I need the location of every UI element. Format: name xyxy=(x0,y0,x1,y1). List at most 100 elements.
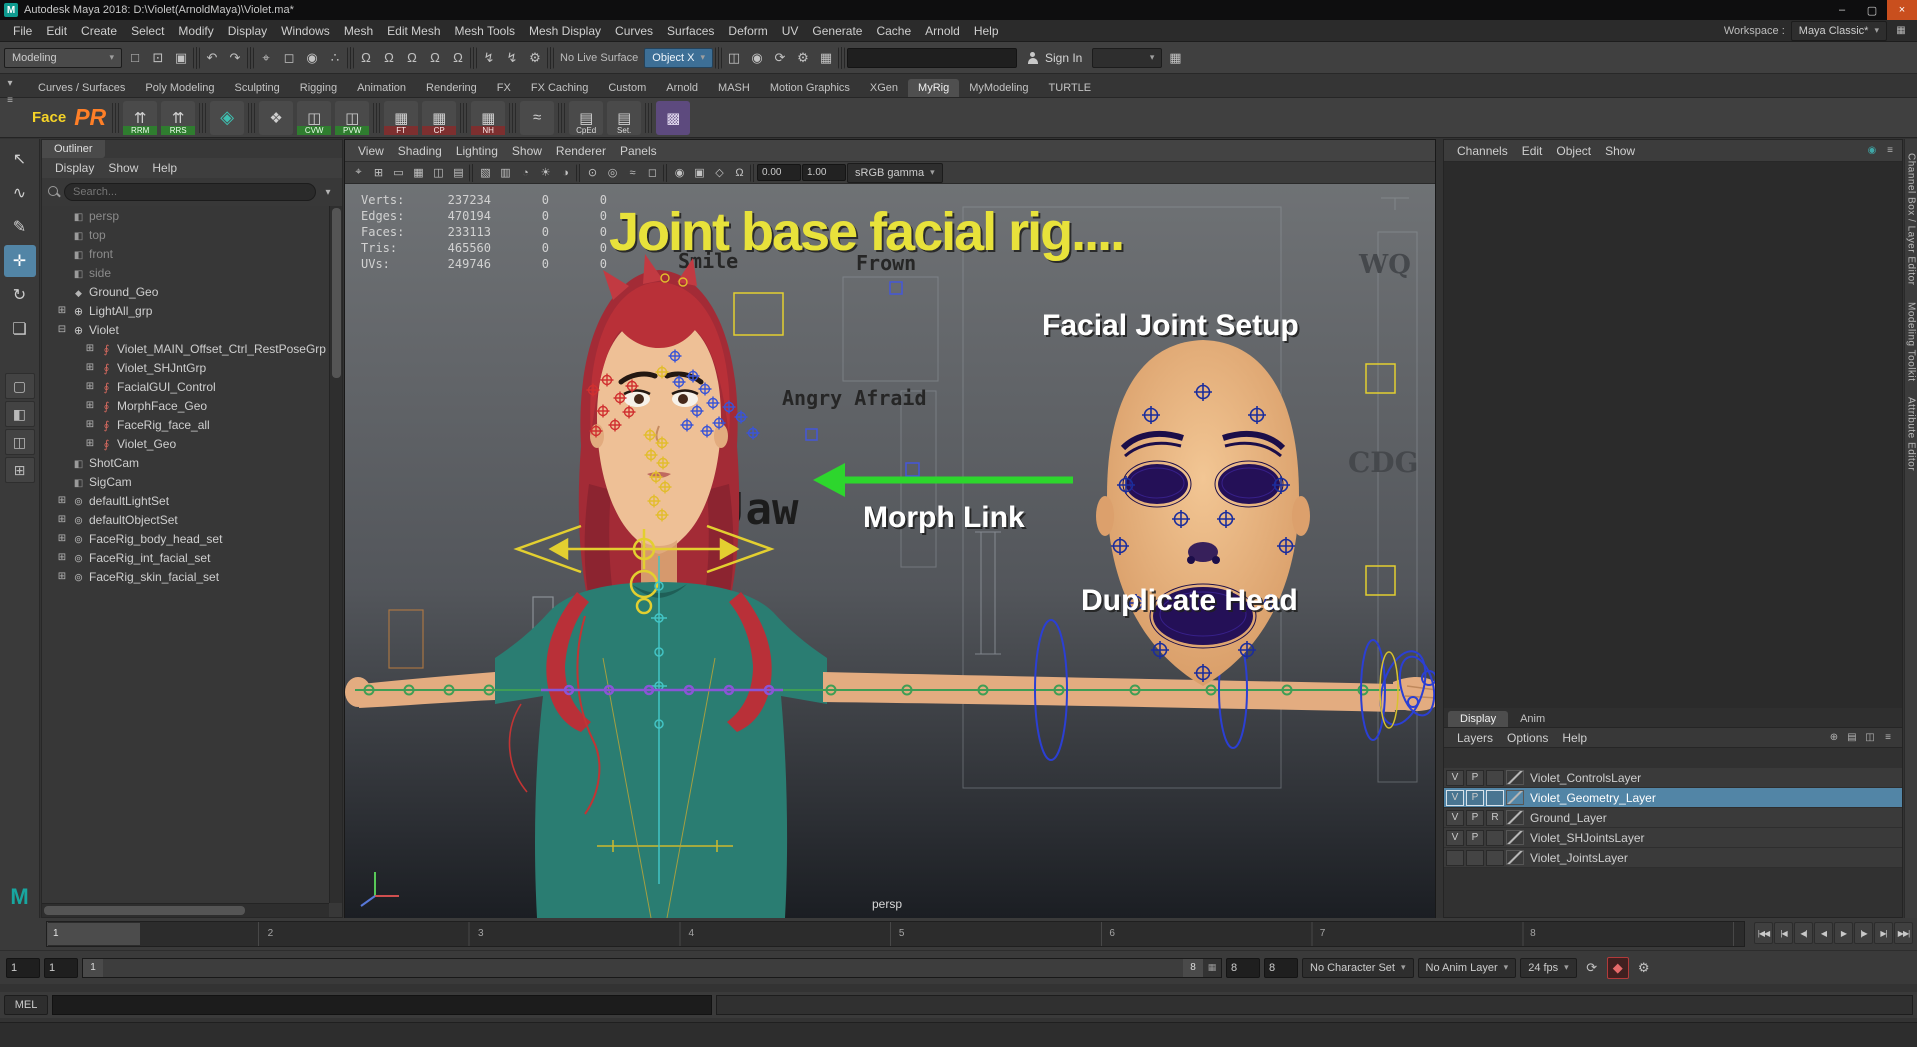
range-start-handle[interactable]: 1 xyxy=(83,959,103,977)
panel-tab[interactable]: Channel Box / Layer Editor xyxy=(1906,153,1917,286)
layer-visibility-toggle[interactable]: V xyxy=(1446,770,1464,786)
expand-toggle[interactable]: ⊞ xyxy=(56,533,68,544)
layer-playback-toggle[interactable]: P xyxy=(1466,810,1484,826)
outliner-item[interactable]: ⊞ FaceRig_face_all xyxy=(42,415,329,434)
snap-to-plane-icon[interactable]: Ω xyxy=(424,47,446,69)
isolate-select-icon[interactable]: ◉ xyxy=(670,163,689,182)
separator[interactable] xyxy=(715,47,722,69)
safe-title-icon[interactable]: ▥ xyxy=(496,163,515,182)
display-layer-row[interactable]: Violet_JointsLayer xyxy=(1444,848,1902,868)
layer-display-type-toggle[interactable] xyxy=(1486,850,1504,866)
shelf-button[interactable] xyxy=(460,103,467,133)
step-back-frame-button[interactable]: ◀| xyxy=(1794,922,1813,944)
rotate-tool[interactable]: ↻ xyxy=(4,279,36,311)
shelf-button[interactable] xyxy=(248,103,255,133)
shelf-button[interactable]: Face xyxy=(30,109,68,126)
shelf-button[interactable]: ◫ PVW xyxy=(335,101,369,135)
shelf-button[interactable]: ▦ NH xyxy=(471,101,505,135)
play-backwards-button[interactable]: ◀ xyxy=(1814,922,1833,944)
layer-color-swatch[interactable] xyxy=(1506,830,1524,845)
layer-editor-tab[interactable]: Anim xyxy=(1508,711,1557,727)
screen-space-ao-icon[interactable]: ⊙ xyxy=(583,163,602,182)
layer-display-type-toggle[interactable] xyxy=(1486,830,1504,846)
shelf-button[interactable] xyxy=(112,103,119,133)
shelf-button[interactable]: PR xyxy=(72,104,108,131)
render-current-frame-icon[interactable]: ◉ xyxy=(746,47,768,69)
outliner-item[interactable]: persp xyxy=(42,206,329,225)
expand-toggle[interactable]: ⊟ xyxy=(56,324,68,335)
menu-item[interactable]: Display xyxy=(221,24,274,38)
expand-toggle[interactable]: ⊞ xyxy=(84,381,96,392)
step-back-key-button[interactable]: |◀ xyxy=(1774,922,1793,944)
go-to-start-button[interactable]: |◀◀ xyxy=(1754,922,1773,944)
workspace-selector[interactable]: Maya Classic* ▾ xyxy=(1791,21,1887,41)
layer-visibility-toggle[interactable]: V xyxy=(1446,790,1464,806)
shelf-button[interactable] xyxy=(509,103,516,133)
layer-visibility-toggle[interactable]: V xyxy=(1446,810,1464,826)
expand-toggle[interactable]: ⊞ xyxy=(84,362,96,373)
shelf-button[interactable]: ▦ CP xyxy=(422,101,456,135)
outliner-item[interactable]: ⊞ Violet_MAIN_Offset_Ctrl_RestPoseGrp xyxy=(42,339,329,358)
layer-editor-menu-item[interactable]: Options xyxy=(1500,731,1555,745)
menu-item[interactable]: Select xyxy=(124,24,171,38)
menu-item[interactable]: File xyxy=(6,24,39,38)
playback-speed-selector[interactable]: 24 fps ▾ xyxy=(1520,958,1577,978)
animation-preferences-icon[interactable]: ⚙ xyxy=(1633,957,1655,979)
shelf-button[interactable] xyxy=(558,103,565,133)
layer-playback-toggle[interactable]: P xyxy=(1466,790,1484,806)
shelf-tab[interactable]: Poly Modeling xyxy=(135,79,224,97)
selection-mode-selector[interactable]: Object X ▾ xyxy=(644,48,713,68)
open-render-view-icon[interactable]: ◫ xyxy=(723,47,745,69)
gate-mask-icon[interactable]: ◫ xyxy=(429,163,448,182)
outliner-item[interactable]: ⊞ FaceRig_int_facial_set xyxy=(42,548,329,567)
separator[interactable] xyxy=(547,47,554,69)
command-input[interactable] xyxy=(52,995,712,1015)
shelf-button[interactable] xyxy=(645,103,652,133)
viewport-menu-item[interactable]: Lighting xyxy=(449,144,505,158)
scale-tool[interactable]: ❏ xyxy=(4,313,36,345)
shelf-tab[interactable]: Sculpting xyxy=(225,79,290,97)
shelf-tab[interactable]: MyRig xyxy=(908,79,959,97)
animation-end-field[interactable] xyxy=(1264,958,1298,978)
shelf-tab[interactable]: TURTLE xyxy=(1039,79,1102,97)
outliner-item[interactable]: ⊞ FacialGUI_Control xyxy=(42,377,329,396)
single-pane-layout-button[interactable]: ▢ xyxy=(5,373,35,399)
outliner-menu-item[interactable]: Help xyxy=(145,161,184,175)
range-slider[interactable]: 1 8 ▦ xyxy=(82,958,1222,978)
layer-menu-button[interactable]: ≡ xyxy=(1880,730,1896,746)
outliner-item[interactable]: SigCam xyxy=(42,472,329,491)
lights-icon[interactable]: ☀ xyxy=(536,163,555,182)
anti-aliasing-icon[interactable]: ≈ xyxy=(623,163,642,182)
shelf-tab[interactable]: Rigging xyxy=(290,79,347,97)
expand-toggle[interactable]: ⊞ xyxy=(56,514,68,525)
expand-toggle[interactable]: ⊞ xyxy=(84,438,96,449)
highlight-selection-icon[interactable]: ∴ xyxy=(324,47,346,69)
select-tool[interactable]: ↖ xyxy=(4,143,36,175)
shelf-button[interactable]: ❖ xyxy=(259,101,293,135)
xray-icon[interactable]: ▣ xyxy=(690,163,709,182)
outliner-item[interactable]: front xyxy=(42,244,329,263)
separator[interactable] xyxy=(576,164,582,182)
numeric-input-field[interactable] xyxy=(847,48,1017,68)
viewport-menu-item[interactable]: Panels xyxy=(613,144,664,158)
display-layer-row[interactable]: V P Violet_Geometry_Layer xyxy=(1444,788,1902,808)
new-scene-icon[interactable]: □ xyxy=(124,47,146,69)
shelf-button[interactable]: ▩ xyxy=(656,101,690,135)
layer-editor-menu-item[interactable]: Help xyxy=(1555,731,1594,745)
shelf-tab[interactable]: FX xyxy=(487,79,521,97)
separator[interactable] xyxy=(750,164,756,182)
grid-display-icon[interactable]: ▦ xyxy=(1164,47,1186,69)
outliner-item[interactable]: ⊞ FaceRig_skin_facial_set xyxy=(42,567,329,586)
move-tool[interactable]: ✛ xyxy=(4,245,36,277)
channel-box-menu-item[interactable]: Object xyxy=(1549,144,1598,158)
outliner-panel-title[interactable]: Outliner xyxy=(42,140,105,158)
snap-to-point-icon[interactable]: Ω xyxy=(401,47,423,69)
paint-select-tool[interactable]: ✎ xyxy=(4,211,36,243)
playback-end-field[interactable] xyxy=(1226,958,1260,978)
workspace-options-icon[interactable]: ▦ xyxy=(1893,23,1909,39)
expand-toggle[interactable]: ⊞ xyxy=(56,571,68,582)
shelf-button[interactable] xyxy=(373,103,380,133)
shelf-tab[interactable]: MyModeling xyxy=(959,79,1038,97)
menu-item[interactable]: Edit Mesh xyxy=(380,24,447,38)
layer-color-swatch[interactable] xyxy=(1506,770,1524,785)
